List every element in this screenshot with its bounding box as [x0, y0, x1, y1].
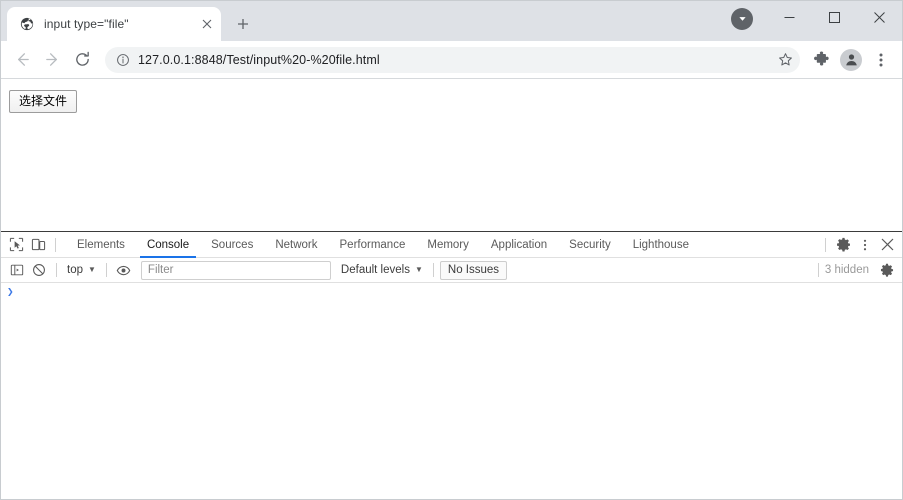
- divider: [56, 263, 57, 277]
- globe-icon: [19, 16, 35, 32]
- tab-performance[interactable]: Performance: [329, 232, 417, 258]
- back-arrow-icon[interactable]: [7, 45, 37, 75]
- three-dot-menu-icon[interactable]: [854, 235, 876, 255]
- tab-title: input type="file": [44, 17, 129, 31]
- inspect-element-icon[interactable]: [5, 235, 27, 255]
- console-toolbar-right: 3 hidden: [812, 260, 902, 280]
- devtools-panel: Elements Console Sources Network Perform…: [1, 231, 902, 496]
- address-bar-url: 127.0.0.1:8848/Test/input%20-%20file.htm…: [138, 52, 380, 67]
- close-icon[interactable]: [199, 16, 215, 32]
- no-issues-button[interactable]: No Issues: [439, 260, 508, 280]
- tab-sources[interactable]: Sources: [200, 232, 264, 258]
- new-tab-button[interactable]: [229, 10, 257, 38]
- close-icon[interactable]: [876, 235, 898, 255]
- tab-strip: input type="file": [1, 1, 902, 41]
- tab-memory[interactable]: Memory: [416, 232, 480, 258]
- tab-label: Lighthouse: [632, 238, 689, 251]
- filter-placeholder: Filter: [147, 264, 174, 276]
- address-bar[interactable]: 127.0.0.1:8848/Test/input%20-%20file.htm…: [105, 46, 800, 73]
- maximize-button[interactable]: [812, 1, 857, 33]
- tab-security[interactable]: Security: [558, 232, 622, 258]
- page-viewport: 选择文件: [1, 79, 902, 231]
- device-toolbar-icon[interactable]: [27, 235, 49, 255]
- divider: [105, 263, 107, 277]
- minimize-button[interactable]: [767, 1, 812, 33]
- puzzle-piece-icon[interactable]: [806, 45, 836, 75]
- text-caret: [14, 286, 15, 298]
- avatar: [840, 48, 862, 71]
- gear-icon[interactable]: [876, 260, 898, 280]
- window-controls: [731, 1, 902, 33]
- divider: [825, 237, 826, 252]
- tab-lighthouse[interactable]: Lighthouse: [622, 232, 700, 258]
- tab-network[interactable]: Network: [264, 232, 328, 258]
- tab-label: Network: [275, 238, 318, 251]
- tab-label: Console: [146, 238, 190, 251]
- chevron-down-icon: ▼: [88, 265, 96, 274]
- divider: [55, 237, 56, 252]
- three-dot-menu-icon[interactable]: [866, 45, 896, 75]
- tab-label: Sources: [211, 238, 254, 251]
- browser-toolbar: 127.0.0.1:8848/Test/input%20-%20file.htm…: [1, 41, 902, 79]
- hidden-messages-count: 3 hidden: [824, 264, 869, 276]
- devtools-tabbar: Elements Console Sources Network Perform…: [1, 232, 902, 258]
- download-bubble-icon[interactable]: [731, 7, 753, 30]
- tab-label: Application: [490, 238, 548, 251]
- console-output-area[interactable]: ❯: [1, 283, 902, 496]
- tab-label: Performance: [339, 238, 406, 251]
- tab-elements[interactable]: Elements: [66, 232, 136, 258]
- console-sidebar-icon[interactable]: [6, 260, 28, 280]
- tab-application[interactable]: Application: [480, 232, 558, 258]
- console-levels-selector[interactable]: Default levels ▼: [337, 261, 427, 280]
- devtools-tab-list: Elements Console Sources Network Perform…: [66, 232, 819, 258]
- levels-label: Default levels: [340, 264, 410, 276]
- divider: [817, 263, 819, 277]
- devtools-tabbar-actions: [819, 235, 902, 255]
- tab-label: Security: [569, 238, 611, 251]
- console-context-selector[interactable]: top ▼: [63, 261, 100, 280]
- browser-window: input type="file" 127.0.0.1:8848/Test/in…: [0, 0, 903, 500]
- chevron-down-icon: ▼: [414, 265, 423, 274]
- console-input-line[interactable]: ❯: [1, 283, 902, 302]
- bookmark-star-icon[interactable]: [774, 49, 796, 71]
- console-filter-input[interactable]: Filter: [140, 260, 331, 280]
- page-info-icon[interactable]: [114, 51, 132, 69]
- browser-tab[interactable]: input type="file": [7, 7, 221, 41]
- divider: [432, 263, 434, 277]
- file-input-choose-button[interactable]: 选择文件: [9, 90, 78, 113]
- console-toolbar: top ▼ Filter Default levels ▼ No Issues: [1, 258, 902, 283]
- prompt-chevron-icon: ❯: [7, 285, 14, 298]
- profile-avatar-icon[interactable]: [836, 45, 866, 75]
- tab-label: Memory: [427, 238, 469, 251]
- reload-icon[interactable]: [67, 45, 97, 75]
- live-expression-eye-icon[interactable]: [113, 260, 135, 280]
- forward-arrow-icon[interactable]: [37, 45, 67, 75]
- gear-icon[interactable]: [832, 235, 854, 255]
- close-window-button[interactable]: [857, 1, 902, 33]
- context-label: top: [67, 264, 83, 276]
- tab-label: Elements: [77, 238, 125, 251]
- clear-console-icon[interactable]: [28, 260, 50, 280]
- tab-console[interactable]: Console: [136, 232, 200, 258]
